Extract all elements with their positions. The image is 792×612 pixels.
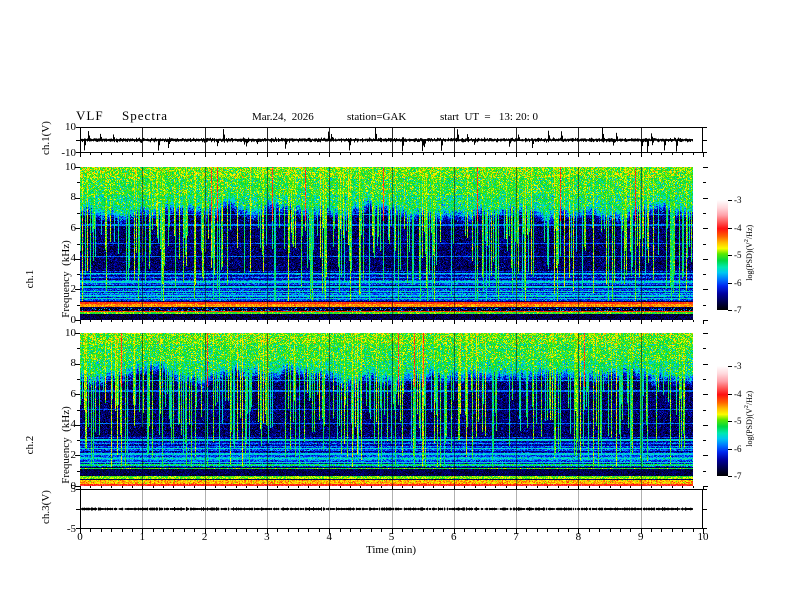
x-tick-label: 5 — [388, 531, 395, 543]
volt-tick-label: -5 — [66, 522, 76, 535]
colorbar-tick-label: -7 — [734, 471, 742, 481]
x-tick-label: 2 — [201, 531, 208, 543]
colorbar-tick-label: -3 — [734, 195, 742, 205]
x-tick-label: 6 — [451, 531, 457, 543]
x-tick-label: 1 — [139, 531, 146, 543]
freq-tick-label: 4 — [70, 252, 77, 265]
colorbar-tick-label: -5 — [734, 416, 742, 426]
x-tick-label: 9 — [637, 531, 644, 543]
x-tick-label: 8 — [575, 531, 582, 543]
x-tick-label: 4 — [326, 531, 332, 543]
freq-tick-label: 2 — [70, 282, 77, 295]
freq-tick-label: 8 — [70, 191, 77, 204]
colorbar-tick-label: -4 — [734, 222, 742, 233]
colorbar-ch1 — [717, 200, 728, 310]
freq-tick-label: 6 — [70, 221, 77, 234]
colorbar-tick-label: -6 — [734, 277, 742, 288]
ch3-waveform-canvas — [80, 489, 703, 529]
freq-tick-label: 4 — [70, 418, 77, 431]
freq-tick-label: 2 — [70, 448, 77, 461]
freq-tick-label: 10 — [65, 326, 76, 339]
ch2-spectrogram-canvas — [80, 333, 703, 486]
volt-tick-label: 5 — [70, 482, 77, 495]
ch1-spec-ylabel-line1: ch.1 — [24, 269, 36, 289]
colorbar-tick-label: -5 — [734, 250, 742, 260]
ch3-wave-ylabel: ch.3(V) — [40, 490, 52, 524]
x-tick-label: 3 — [264, 531, 270, 543]
volt-tick-label: -10 — [61, 146, 76, 159]
freq-tick-label: 10 — [65, 160, 76, 173]
colorbar-tick-label: -7 — [734, 305, 742, 315]
ch1-spectrogram-canvas — [80, 167, 703, 320]
ch1-wave-ylabel: ch.1(V) — [40, 121, 52, 155]
x-tick-label: 10 — [697, 531, 709, 543]
colorbar-ch2 — [717, 366, 728, 476]
colorbar-tick-label: -3 — [734, 361, 742, 371]
freq-tick-label: 6 — [70, 387, 77, 400]
freq-tick-label: 0 — [70, 313, 77, 326]
colorbar-tick-label: -6 — [734, 443, 742, 454]
colorbar-tick-label: -4 — [734, 388, 742, 399]
vlf-spectra-page: VLF Spectra Mar.24, 2026 station=GAK sta… — [0, 0, 792, 612]
x-axis-label: Time (min) — [365, 544, 416, 556]
x-tick-label: 7 — [513, 531, 519, 543]
volt-tick-label: 10 — [65, 120, 76, 133]
ch1-waveform-canvas — [80, 127, 703, 153]
freq-tick-label: 8 — [70, 357, 77, 370]
ch2-spec-ylabel-line1: ch.2 — [24, 435, 36, 455]
